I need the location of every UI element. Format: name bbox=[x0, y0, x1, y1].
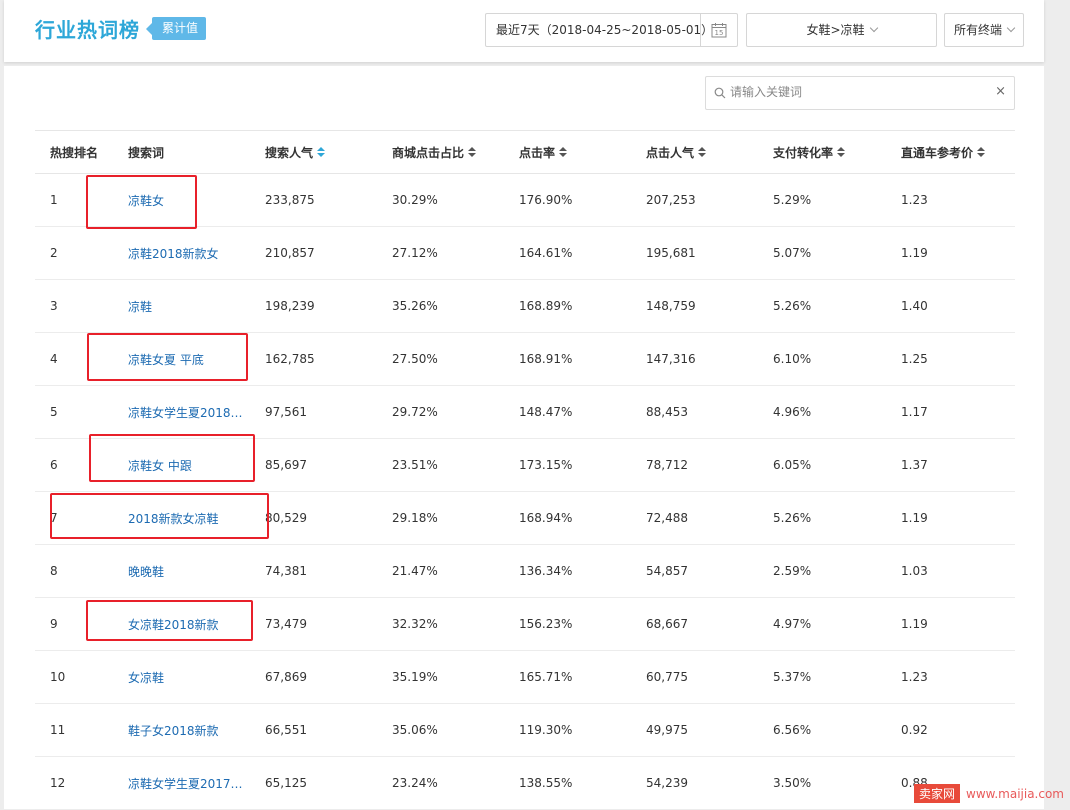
sort-icon[interactable] bbox=[468, 146, 477, 158]
table-row: 7 2018新款女凉鞋 80,529 29.18% 168.94% 72,488 5.26%… bbox=[35, 491, 1015, 545]
chevron-down-icon bbox=[1006, 23, 1016, 33]
watermark: 卖家网 www.maijia.com bbox=[913, 783, 1064, 804]
table-row: 9 女凉鞋2018新款 73,479 32.32% 156.23% 68,667 4.97%… bbox=[35, 597, 1015, 651]
watermark-logo: 卖家网 bbox=[913, 784, 960, 803]
page-title: 行业热词榜 bbox=[35, 18, 140, 42]
table-row: 4 凉鞋女夏 平底 162,785 27.50% 168.91% 147,316 6.10%… bbox=[35, 332, 1015, 386]
sort-icon[interactable] bbox=[977, 146, 986, 158]
watermark-url: www.maijia.com bbox=[966, 786, 1064, 801]
keyword-link[interactable]: 凉鞋女学生夏2018新... bbox=[113, 385, 250, 439]
col-header-keyword: 搜索词 bbox=[113, 130, 250, 174]
table-header-row: 热搜排名 搜索词 搜索人气 商城点击占比 点击率 点击人气 支付转化率 直通车参… bbox=[35, 130, 1015, 174]
col-header-ctr[interactable]: 点击率 bbox=[504, 130, 631, 174]
search-input[interactable] bbox=[730, 77, 990, 107]
keyword-link[interactable]: 凉鞋女 bbox=[113, 173, 250, 227]
sort-icon[interactable] bbox=[317, 146, 326, 158]
table-row: 3 凉鞋 198,239 35.26% 168.89% 148,759 5.26% 1.40 bbox=[35, 279, 1015, 333]
terminal-select[interactable]: 所有终端 bbox=[944, 13, 1024, 47]
keyword-link[interactable]: 晚晚鞋 bbox=[113, 544, 250, 598]
keyword-link[interactable]: 凉鞋女学生夏2017新... bbox=[113, 756, 250, 810]
table-row: 11 鞋子女2018新款 66,551 35.06% 119.30% 49,975 6.56… bbox=[35, 703, 1015, 757]
keyword-link[interactable]: 鞋子女2018新款 bbox=[113, 703, 250, 757]
keyword-link[interactable]: 女凉鞋2018新款 bbox=[113, 597, 250, 651]
search-icon bbox=[714, 87, 726, 99]
keyword-link[interactable]: 女凉鞋 bbox=[113, 650, 250, 704]
category-select-value: 女鞋>凉鞋 bbox=[806, 23, 865, 37]
col-header-rank: 热搜排名 bbox=[35, 130, 113, 174]
sort-icon[interactable] bbox=[559, 146, 568, 158]
keyword-link[interactable]: 凉鞋 bbox=[113, 279, 250, 333]
keyword-link[interactable]: 凉鞋2018新款女 bbox=[113, 226, 250, 280]
col-header-click-pop[interactable]: 点击人气 bbox=[631, 130, 758, 174]
svg-text:15: 15 bbox=[715, 29, 724, 37]
date-range-picker[interactable]: 最近7天（2018-04-25~2018-05-01） 15 bbox=[485, 13, 738, 47]
table-row: 1 凉鞋女 233,875 30.29% 176.90% 207,253 5.29% 1.23 bbox=[35, 173, 1015, 227]
table-row: 6 凉鞋女 中跟 85,697 23.51% 173.15% 78,712 6.05% 1.3… bbox=[35, 438, 1015, 492]
category-select[interactable]: 女鞋>凉鞋 bbox=[746, 13, 937, 47]
col-header-ztc-price[interactable]: 直通车参考价 bbox=[886, 130, 1015, 174]
sort-icon[interactable] bbox=[698, 146, 707, 158]
col-header-search-pop[interactable]: 搜索人气 bbox=[250, 130, 377, 174]
col-header-pay-cvr[interactable]: 支付转化率 bbox=[758, 130, 886, 174]
hot-keywords-table: 热搜排名 搜索词 搜索人气 商城点击占比 点击率 点击人气 支付转化率 直通车参… bbox=[35, 130, 1015, 810]
sort-icon[interactable] bbox=[837, 146, 846, 158]
keyword-link[interactable]: 凉鞋女 中跟 bbox=[113, 438, 250, 492]
table-row: 2 凉鞋2018新款女 210,857 27.12% 164.61% 195,681 5.0… bbox=[35, 226, 1015, 280]
keyword-search[interactable]: × bbox=[705, 76, 1015, 110]
col-header-mall-click-ratio[interactable]: 商城点击占比 bbox=[377, 130, 504, 174]
table-row: 8 晚晚鞋 74,381 21.47% 136.34% 54,857 2.59% 1.03 bbox=[35, 544, 1015, 598]
page-header: 行业热词榜 累计值 最近7天（2018-04-25~2018-05-01） 15… bbox=[4, 0, 1044, 62]
clear-icon[interactable]: × bbox=[995, 84, 1006, 99]
table-row: 10 女凉鞋 67,869 35.19% 165.71% 60,775 5.37% 1.23 bbox=[35, 650, 1015, 704]
table-row: 12 凉鞋女学生夏2017新... 65,125 23.24% 138.55% 54,23… bbox=[35, 756, 1015, 810]
content-panel: × 热搜排名 搜索词 搜索人气 商城点击占比 点击率 点击人气 支付转化率 直通… bbox=[4, 66, 1044, 810]
table-row: 5 凉鞋女学生夏2018新... 97,561 29.72% 148.47% 88,453… bbox=[35, 385, 1015, 439]
calendar-icon: 15 bbox=[711, 23, 727, 38]
chevron-down-icon bbox=[869, 23, 878, 33]
date-range-text: 最近7天（2018-04-25~2018-05-01） bbox=[496, 23, 714, 37]
cumulative-badge: 累计值 bbox=[145, 17, 207, 40]
keyword-link[interactable]: 2018新款女凉鞋 bbox=[113, 491, 250, 545]
terminal-select-value: 所有终端 bbox=[953, 23, 1002, 37]
keyword-link[interactable]: 凉鞋女夏 平底 bbox=[113, 332, 250, 386]
calendar-button[interactable]: 15 bbox=[700, 14, 737, 46]
